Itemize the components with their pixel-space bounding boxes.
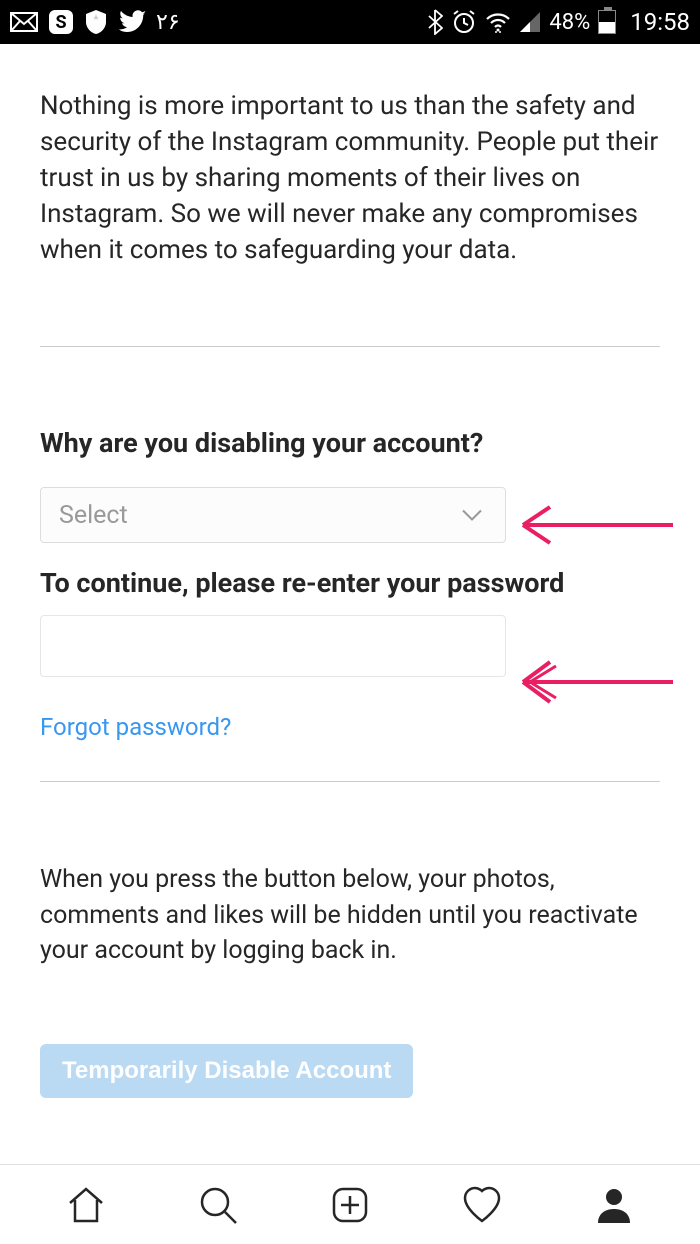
reason-select-placeholder: Select: [59, 501, 128, 530]
nav-add-icon[interactable]: [320, 1175, 380, 1235]
why-heading: Why are you disabling your account?: [40, 427, 660, 459]
nav-profile-icon[interactable]: [584, 1175, 644, 1235]
main-content: Nothing is more important to us than the…: [0, 44, 700, 1098]
divider: [40, 346, 660, 347]
nav-home-icon[interactable]: [56, 1175, 116, 1235]
shield-icon: [84, 9, 108, 35]
reason-select[interactable]: Select: [40, 487, 506, 543]
status-bar: S ۲۶ 48% 19:58: [0, 0, 700, 44]
clock-time: 19:58: [630, 8, 690, 36]
nav-activity-icon[interactable]: [452, 1175, 512, 1235]
disclaimer-text: When you press the button below, your ph…: [40, 862, 660, 969]
nav-search-icon[interactable]: [188, 1175, 248, 1235]
divider: [40, 781, 660, 782]
bottom-nav: [0, 1164, 700, 1244]
svg-text:S: S: [55, 12, 66, 33]
alarm-icon: [451, 9, 477, 35]
battery-percent: 48%: [549, 10, 590, 35]
intro-text: Nothing is more important to us than the…: [40, 89, 660, 268]
skype-icon: S: [48, 9, 74, 35]
notification-count: ۲۶: [156, 10, 180, 35]
bluetooth-icon: [427, 9, 443, 35]
chevron-down-icon: [461, 501, 483, 530]
reenter-password-heading: To continue, please re-enter your passwo…: [40, 567, 660, 601]
password-input[interactable]: [40, 615, 506, 677]
wifi-icon: [485, 11, 511, 33]
twitter-icon: [118, 10, 146, 34]
battery-icon: [598, 10, 616, 34]
signal-icon: [519, 11, 541, 33]
forgot-password-link[interactable]: Forgot password?: [40, 713, 231, 741]
mail-icon: [10, 12, 38, 32]
temporarily-disable-button[interactable]: Temporarily Disable Account: [40, 1044, 413, 1098]
